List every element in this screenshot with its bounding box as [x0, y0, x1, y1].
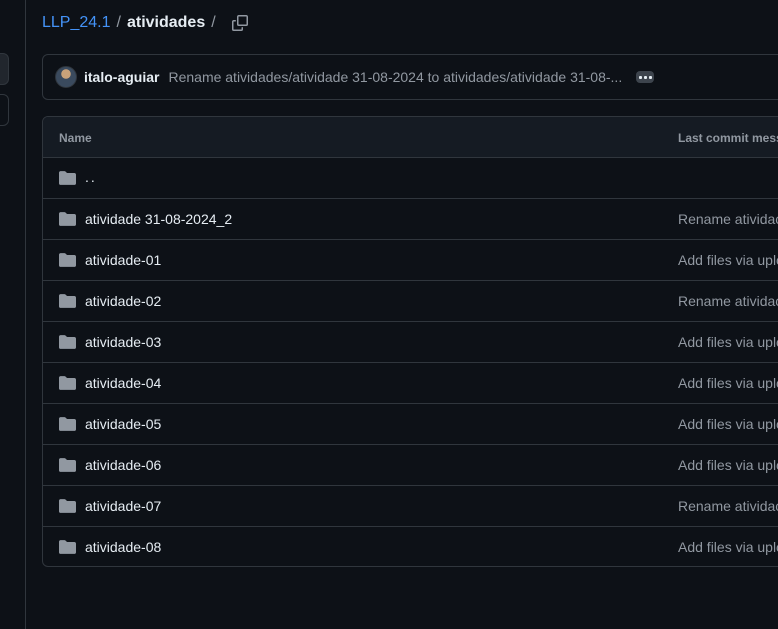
folder-icon [59, 294, 76, 308]
folder-icon [59, 253, 76, 267]
folder-link[interactable]: atividade-05 [85, 416, 161, 432]
folder-icon [59, 335, 76, 349]
table-row[interactable]: atividade-08 Add files via uplo [43, 527, 778, 566]
table-row[interactable]: atividade-06 Add files via uplo [43, 445, 778, 486]
folder-icon [59, 417, 76, 431]
breadcrumb-current-folder: atividades [126, 14, 206, 31]
table-row[interactable]: atividade-03 Add files via uplo [43, 322, 778, 363]
parent-directory-link[interactable]: .. [85, 169, 97, 185]
commit-message-link[interactable]: Rename atividades/atividade 31-08-2024 t… [168, 69, 622, 85]
copy-icon[interactable] [231, 14, 249, 32]
commit-message-link[interactable]: Add files via uplo [678, 416, 778, 432]
table-row[interactable]: atividade 31-08-2024_2 Rename atividac [43, 199, 778, 240]
table-row[interactable]: atividade-07 Rename atividac [43, 486, 778, 527]
parent-directory-row[interactable]: .. [43, 158, 778, 199]
commit-message-link[interactable]: Rename atividac [678, 498, 778, 514]
folder-link[interactable]: atividade-01 [85, 252, 161, 268]
table-row[interactable]: atividade-04 Add files via uplo [43, 363, 778, 404]
folder-icon [59, 376, 76, 390]
commit-message-link[interactable]: Rename atividac [678, 293, 778, 309]
table-row[interactable]: atividade-02 Rename atividac [43, 281, 778, 322]
sidebar-button[interactable] [0, 53, 9, 85]
folder-link[interactable]: atividade-03 [85, 334, 161, 350]
commit-message-link[interactable]: Add files via uplo [678, 457, 778, 473]
file-table: Name Last commit messa .. atividade 31-0… [42, 116, 778, 567]
breadcrumb-separator: / [211, 14, 216, 31]
table-row[interactable]: atividade-01 Add files via uplo [43, 240, 778, 281]
sidebar-button[interactable] [0, 94, 9, 126]
commit-message-link[interactable]: Rename atividac [678, 211, 778, 227]
folder-link[interactable]: atividade-06 [85, 457, 161, 473]
commit-message-link[interactable]: Add files via uplo [678, 252, 778, 268]
column-header-name: Name [59, 131, 92, 145]
column-header-last-commit: Last commit messa [678, 131, 778, 145]
folder-link[interactable]: atividade-02 [85, 293, 161, 309]
folder-icon [59, 540, 76, 554]
folder-icon [59, 499, 76, 513]
sidebar-edge [0, 0, 26, 629]
commit-message-link[interactable]: Add files via uplo [678, 375, 778, 391]
commit-message-link[interactable]: Add files via uplo [678, 334, 778, 350]
avatar[interactable] [55, 66, 77, 88]
table-header: Name Last commit messa [43, 117, 778, 158]
folder-icon [59, 171, 76, 185]
table-row[interactable]: atividade-05 Add files via uplo [43, 404, 778, 445]
latest-commit-bar: italo-aguiar Rename atividades/atividade… [42, 54, 778, 100]
breadcrumb: LLP_24.1 / atividades / [42, 12, 249, 34]
folder-icon [59, 212, 76, 226]
kebab-horizontal-icon[interactable] [636, 71, 655, 83]
breadcrumb-separator: / [116, 14, 121, 31]
folder-link[interactable]: atividade-08 [85, 539, 161, 555]
folder-link[interactable]: atividade-07 [85, 498, 161, 514]
folder-icon [59, 458, 76, 472]
commit-message-link[interactable]: Add files via uplo [678, 539, 778, 555]
folder-link[interactable]: atividade 31-08-2024_2 [85, 211, 232, 227]
breadcrumb-repo-link[interactable]: LLP_24.1 [42, 14, 111, 32]
folder-link[interactable]: atividade-04 [85, 375, 161, 391]
commit-author-link[interactable]: italo-aguiar [84, 69, 159, 85]
